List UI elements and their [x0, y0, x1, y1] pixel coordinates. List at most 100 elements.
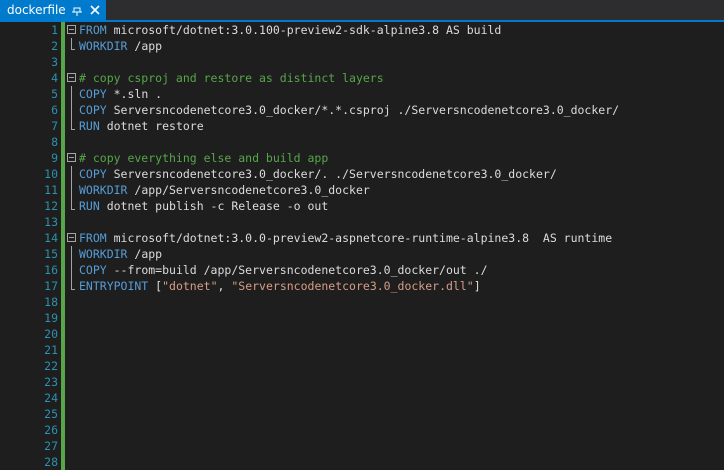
line-number: 24 — [44, 391, 58, 405]
pin-icon[interactable] — [71, 2, 83, 18]
line-number: 15 — [44, 247, 58, 261]
keyword-token: FROM — [79, 23, 107, 37]
code-line[interactable]: 26 — [0, 422, 724, 438]
text-token: --from=build /app/Serversncodenetcore3.0… — [106, 263, 488, 277]
collapse-icon[interactable] — [67, 73, 76, 82]
code-line[interactable]: 5 COPY *.sln . — [0, 86, 724, 102]
code-text: WORKDIR /app — [79, 38, 162, 54]
line-number: 10 — [44, 167, 58, 181]
keyword-token: COPY — [79, 263, 107, 277]
line-number: 13 — [44, 215, 58, 229]
line-number: 23 — [44, 375, 58, 389]
code-line[interactable]: 10 COPY Serversncodenetcore3.0_docker/. .… — [0, 166, 724, 182]
code-line[interactable]: 6 COPY Serversncodenetcore3.0_docker/*.*.… — [0, 102, 724, 118]
code-text: COPY *.sln . — [79, 86, 162, 102]
code-line[interactable]: 23 — [0, 374, 724, 390]
line-number: 3 — [51, 55, 58, 69]
code-line[interactable]: 17 ENTRYPOINT ["dotnet", "Serversncodenet… — [0, 278, 724, 294]
change-marker — [61, 406, 65, 422]
fold-guide — [71, 38, 75, 50]
document-tab-bar: dockerfile — [0, 0, 724, 22]
code-line[interactable]: 14 FROM microsoft/dotnet:3.0.0-preview2-a… — [0, 230, 724, 246]
line-number: 14 — [44, 231, 58, 245]
collapse-icon[interactable] — [67, 233, 76, 242]
fold-guide — [71, 86, 72, 102]
code-line[interactable]: 19 — [0, 310, 724, 326]
code-line[interactable]: 22 — [0, 358, 724, 374]
change-marker — [61, 22, 65, 38]
code-line[interactable]: 1 FROM microsoft/dotnet:3.0.100-preview2-… — [0, 22, 724, 38]
code-line[interactable]: 3 — [0, 54, 724, 70]
code-line[interactable]: 28 — [0, 454, 724, 470]
change-marker — [61, 358, 65, 374]
change-marker — [61, 70, 65, 86]
collapse-icon[interactable] — [67, 153, 76, 162]
line-number: 21 — [44, 343, 58, 357]
code-text: COPY Serversncodenetcore3.0_docker/*.*.c… — [79, 102, 619, 118]
keyword-token: COPY — [79, 167, 107, 181]
change-marker — [61, 134, 65, 150]
text-token: dotnet publish -c Release -o out — [99, 199, 329, 213]
change-marker — [61, 278, 65, 294]
code-text: WORKDIR /app — [79, 246, 162, 262]
change-marker — [61, 54, 65, 70]
change-marker — [61, 310, 65, 326]
code-line[interactable]: 2 WORKDIR /app — [0, 38, 724, 54]
close-icon[interactable] — [88, 3, 102, 17]
code-text: # copy everything else and build app — [79, 150, 328, 166]
line-number: 18 — [44, 295, 58, 309]
change-marker — [61, 86, 65, 102]
code-text: RUN dotnet publish -c Release -o out — [79, 198, 328, 214]
code-line[interactable]: 4 # copy csproj and restore as distinct l… — [0, 70, 724, 86]
code-text: FROM microsoft/dotnet:3.0.0-preview2-asp… — [79, 230, 612, 246]
code-text: COPY Serversncodenetcore3.0_docker/. ./S… — [79, 166, 557, 182]
code-line[interactable]: 15 WORKDIR /app — [0, 246, 724, 262]
text-token: Serversncodenetcore3.0_docker/. ./Server… — [106, 167, 557, 181]
keyword-token: RUN — [79, 119, 100, 133]
code-line[interactable]: 12 RUN dotnet publish -c Release -o out — [0, 198, 724, 214]
fold-guide — [71, 198, 75, 210]
line-number: 19 — [44, 311, 58, 325]
change-marker — [61, 390, 65, 406]
line-number: 2 — [51, 39, 58, 53]
keyword-token: COPY — [79, 87, 107, 101]
code-line[interactable]: 11 WORKDIR /app/Serversncodenetcore3.0_do… — [0, 182, 724, 198]
change-marker — [61, 118, 65, 134]
comment-token: # copy everything else and build app — [79, 151, 329, 165]
line-number: 27 — [44, 439, 58, 453]
collapse-icon[interactable] — [67, 25, 76, 34]
change-marker — [61, 246, 65, 262]
comment-token: # copy csproj and restore as distinct la… — [79, 71, 384, 85]
text-token: microsoft/dotnet:3.0.100-preview2-sdk-al… — [106, 23, 502, 37]
code-line[interactable]: 25 — [0, 406, 724, 422]
code-line[interactable]: 16 COPY --from=build /app/Serversncodenet… — [0, 262, 724, 278]
change-marker — [61, 342, 65, 358]
line-number: 9 — [51, 151, 58, 165]
code-line[interactable]: 21 — [0, 342, 724, 358]
text-token: Serversncodenetcore3.0_docker/*.*.csproj… — [106, 103, 620, 117]
change-marker — [61, 214, 65, 230]
code-line[interactable]: 9 # copy everything else and build app — [0, 150, 724, 166]
line-number: 20 — [44, 327, 58, 341]
code-line[interactable]: 24 — [0, 390, 724, 406]
text-token: dotnet restore — [99, 119, 204, 133]
keyword-token: ENTRYPOINT — [79, 279, 149, 293]
line-number: 5 — [51, 87, 58, 101]
text-token: /app/Serversncodenetcore3.0_docker — [127, 183, 370, 197]
code-line[interactable]: 20 — [0, 326, 724, 342]
text-token: [ — [148, 279, 163, 293]
code-line[interactable]: 7 RUN dotnet restore — [0, 118, 724, 134]
code-line[interactable]: 13 — [0, 214, 724, 230]
code-line[interactable]: 27 — [0, 438, 724, 454]
code-line[interactable]: 18 — [0, 294, 724, 310]
keyword-token: COPY — [79, 103, 107, 117]
text-token: microsoft/dotnet:3.0.0-preview2-aspnetco… — [106, 231, 613, 245]
fold-guide — [71, 278, 75, 290]
string-token: "dotnet" — [162, 279, 218, 293]
line-number: 8 — [51, 135, 58, 149]
tab-dockerfile[interactable]: dockerfile — [0, 0, 106, 20]
code-editor[interactable]: 1 FROM microsoft/dotnet:3.0.100-preview2-… — [0, 22, 724, 470]
keyword-token: WORKDIR — [79, 183, 128, 197]
code-line[interactable]: 8 — [0, 134, 724, 150]
change-marker — [61, 150, 65, 166]
